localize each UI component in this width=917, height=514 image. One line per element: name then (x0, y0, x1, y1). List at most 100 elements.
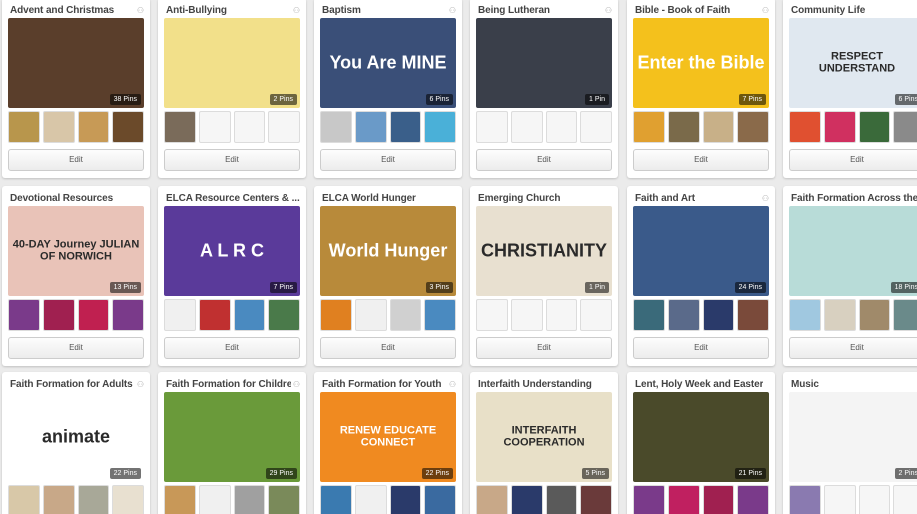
board-cover-image[interactable]: 18 Pins (789, 206, 917, 296)
pin-thumbnail[interactable] (667, 485, 700, 514)
board-cover-image[interactable]: 29 Pins (164, 392, 300, 482)
board-cover-image[interactable]: 24 Pins (633, 206, 769, 296)
board-card-devotional-resources[interactable]: Devotional Resources 40-DAY Journey JULIA… (2, 186, 150, 366)
board-cover-image[interactable]: 2 Pins (164, 18, 300, 108)
pin-thumbnail[interactable] (510, 111, 543, 143)
edit-button[interactable]: Edit (164, 149, 300, 171)
pin-thumbnail[interactable] (476, 299, 508, 331)
pin-thumbnail[interactable] (198, 111, 231, 143)
pin-thumbnail[interactable] (8, 485, 40, 514)
pin-thumbnail[interactable] (858, 485, 891, 514)
pin-thumbnail[interactable] (320, 299, 352, 331)
pin-thumbnail[interactable] (633, 299, 665, 331)
pin-thumbnail[interactable] (42, 299, 75, 331)
pin-thumbnail[interactable] (77, 111, 110, 143)
board-cover-image[interactable]: RENEW EDUCATE CONNECT 22 Pins (320, 392, 456, 482)
board-title[interactable]: Interfaith Understanding (478, 379, 592, 390)
board-title[interactable]: Faith and Art (635, 193, 695, 204)
pin-thumbnail[interactable] (77, 299, 110, 331)
board-cover-image[interactable]: 38 Pins (8, 18, 144, 108)
pin-thumbnail[interactable] (389, 111, 422, 143)
board-card-faith-formation-across-the[interactable]: Faith Formation Across the ... 18 Pins Edi… (783, 186, 917, 366)
edit-button[interactable]: Edit (8, 337, 144, 359)
pin-thumbnail[interactable] (389, 299, 422, 331)
pin-thumbnail[interactable] (424, 299, 456, 331)
board-card-interfaith-understanding[interactable]: Interfaith Understanding INTERFAITH COOPE… (470, 372, 618, 514)
pin-thumbnail[interactable] (233, 485, 266, 514)
pin-thumbnail[interactable] (268, 299, 300, 331)
pin-thumbnail[interactable] (112, 111, 144, 143)
pin-thumbnail[interactable] (198, 485, 231, 514)
board-card-anti-bullying[interactable]: Anti-Bullying ⚇ 2 Pins Edit (158, 0, 306, 178)
board-card-faith-formation-for-children[interactable]: Faith Formation for Children ⚇ 29 Pins (158, 372, 306, 514)
pin-thumbnail[interactable] (737, 111, 769, 143)
board-title[interactable]: Lent, Holy Week and Easter (635, 379, 763, 390)
board-title[interactable]: Emerging Church (478, 193, 560, 204)
pin-thumbnail[interactable] (476, 111, 508, 143)
pin-thumbnail[interactable] (545, 485, 578, 514)
board-card-faith-and-art[interactable]: Faith and Art ⚇ 24 Pins Edit (627, 186, 775, 366)
pin-thumbnail[interactable] (320, 485, 352, 514)
board-cover-image[interactable]: INTERFAITH COOPERATION 5 Pins (476, 392, 612, 482)
pin-thumbnail[interactable] (823, 299, 856, 331)
board-cover-image[interactable]: You Are MINE 6 Pins (320, 18, 456, 108)
board-card-community-life[interactable]: Community Life⚇ RESPECT UNDERSTAND 6 Pins E… (783, 0, 917, 178)
pin-thumbnail[interactable] (77, 485, 110, 514)
pin-thumbnail[interactable] (893, 485, 917, 514)
board-cover-image[interactable]: A L R C 7 Pins (164, 206, 300, 296)
pin-thumbnail[interactable] (789, 299, 821, 331)
pin-thumbnail[interactable] (112, 485, 144, 514)
pin-thumbnail[interactable] (8, 299, 40, 331)
board-card-faith-formation-for-youth[interactable]: Faith Formation for Youth ⚇ RENEW EDUCATE … (314, 372, 462, 514)
pin-thumbnail[interactable] (354, 111, 387, 143)
board-cover-image[interactable]: 40-DAY Journey JULIAN OF NORWICH 13 Pins (8, 206, 144, 296)
pin-thumbnail[interactable] (320, 111, 352, 143)
board-card-lent-holy-week-and-easter[interactable]: Lent, Holy Week and Easter 21 Pins (627, 372, 775, 514)
board-card-being-lutheran[interactable]: Being Lutheran ⚇ 1 Pin Edit (470, 0, 618, 178)
pin-thumbnail[interactable] (702, 299, 735, 331)
pin-thumbnail[interactable] (510, 299, 543, 331)
board-title[interactable]: ELCA World Hunger (322, 193, 416, 204)
pin-thumbnail[interactable] (424, 485, 456, 514)
board-title[interactable]: Faith Formation for Children (166, 379, 291, 390)
pin-thumbnail[interactable] (233, 299, 266, 331)
edit-button[interactable]: Edit (789, 337, 917, 359)
pin-thumbnail[interactable] (389, 485, 422, 514)
pin-thumbnail[interactable] (737, 299, 769, 331)
pin-thumbnail[interactable] (545, 111, 578, 143)
pin-thumbnail[interactable] (424, 111, 456, 143)
pin-thumbnail[interactable] (580, 485, 612, 514)
board-title[interactable]: Music (791, 379, 819, 390)
edit-button[interactable]: Edit (476, 149, 612, 171)
pin-thumbnail[interactable] (233, 111, 266, 143)
pin-thumbnail[interactable] (667, 299, 700, 331)
board-title[interactable]: Anti-Bullying (166, 5, 227, 16)
board-title[interactable]: Faith Formation for Adults (10, 379, 133, 390)
edit-button[interactable]: Edit (633, 337, 769, 359)
pin-thumbnail[interactable] (580, 111, 612, 143)
pin-thumbnail[interactable] (893, 299, 917, 331)
board-title[interactable]: Community Life (791, 5, 865, 16)
board-title[interactable]: Faith Formation for Youth (322, 379, 441, 390)
pin-thumbnail[interactable] (823, 485, 856, 514)
board-title[interactable]: Devotional Resources (10, 193, 113, 204)
pin-thumbnail[interactable] (510, 485, 543, 514)
pin-thumbnail[interactable] (354, 299, 387, 331)
board-card-music[interactable]: Music 2 Pins (783, 372, 917, 514)
pin-thumbnail[interactable] (112, 299, 144, 331)
pin-thumbnail[interactable] (858, 111, 891, 143)
pin-thumbnail[interactable] (8, 111, 40, 143)
pin-thumbnail[interactable] (633, 485, 665, 514)
pin-thumbnail[interactable] (789, 485, 821, 514)
pin-thumbnail[interactable] (42, 111, 75, 143)
board-card-elca-world-hunger[interactable]: ELCA World Hunger World Hunger 3 Pins Edit (314, 186, 462, 366)
board-cover-image[interactable]: RESPECT UNDERSTAND 6 Pins (789, 18, 917, 108)
edit-button[interactable]: Edit (320, 337, 456, 359)
edit-button[interactable]: Edit (164, 337, 300, 359)
pin-thumbnail[interactable] (164, 485, 196, 514)
pin-thumbnail[interactable] (667, 111, 700, 143)
pin-thumbnail[interactable] (823, 111, 856, 143)
edit-button[interactable]: Edit (476, 337, 612, 359)
pin-thumbnail[interactable] (580, 299, 612, 331)
pin-thumbnail[interactable] (42, 485, 75, 514)
